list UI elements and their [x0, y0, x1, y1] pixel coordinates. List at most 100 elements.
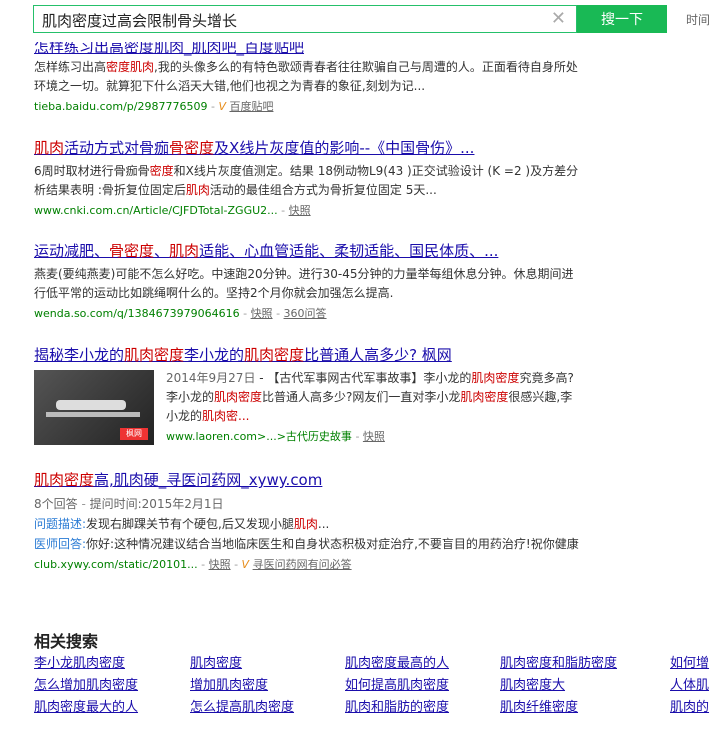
- qa-meta: 8个回答 - 提问时间:2015年2月1日: [34, 497, 224, 511]
- result-snippet: 怎样练习出高密度肌肉,我的头像多么的有特色歌颂青春者往往欺骗自己与周遭的人。正面…: [34, 58, 579, 96]
- related-search-link[interactable]: 增加肌肉密度: [190, 674, 268, 693]
- text-segment: 怎样练习出高: [34, 60, 107, 74]
- site-logo-icon: 枫网: [120, 428, 148, 440]
- text-segment: - 【古代军事网古代军事故事】李小龙的: [255, 371, 472, 385]
- search-box: ✕: [33, 5, 577, 33]
- text-segment: 燕麦(要纯燕麦)可能不怎么好吃。中速跑20分钟。进行30-45分钟的力量举每组休…: [34, 267, 574, 300]
- highlight-term: 肌肉: [293, 517, 318, 531]
- text-segment: 运动减肥、: [34, 242, 110, 260]
- text-segment: 、: [154, 242, 170, 260]
- result-meta: club.xywy.com/static/20101... - 快照 - V 寻…: [34, 558, 352, 571]
- related-search-link[interactable]: 肌肉和脂肪的密度: [345, 696, 449, 715]
- highlight-term: 肌肉密度: [34, 471, 95, 489]
- result-snippet: 8个回答 - 提问时间:2015年2月1日 问题描述:发现右脚踝关节有个硬包,后…: [34, 494, 579, 554]
- result-snippet: 2014年9月27日 - 【古代军事网古代军事故事】李小龙的肌肉密度究竟多高?李…: [166, 369, 579, 426]
- related-search-link[interactable]: 肌肉密度最高的人: [345, 652, 449, 671]
- search-button[interactable]: 搜一下: [577, 5, 667, 33]
- related-search-link[interactable]: 怎么增加肌肉密度: [34, 674, 138, 693]
- answer-count: 8个回答: [34, 497, 78, 511]
- search-input[interactable]: [40, 9, 544, 31]
- highlight-term: 肌肉密度: [244, 346, 305, 364]
- result-2: 肌肉活动方式对骨痂骨密度及X线片灰度值的影响--《中国骨伤》... 6周时取材进…: [34, 137, 579, 218]
- result-url[interactable]: www.laoren.com>...>古代历史故事: [166, 430, 352, 443]
- result-snippet: 6周时取材进行骨痂骨密度和X线片灰度值测定。结果 18例动物L9(43 )正交试…: [34, 162, 579, 200]
- text-segment: 高,肌肉硬_寻医问药网_xywy.com: [94, 471, 323, 489]
- result-url[interactable]: club.xywy.com/static/20101...: [34, 558, 198, 571]
- related-search-link[interactable]: 如何增: [670, 652, 709, 671]
- result-source[interactable]: 百度贴吧: [229, 100, 273, 113]
- bench-shape: [46, 412, 140, 417]
- text-segment: 活动方式对骨痂: [64, 139, 170, 157]
- related-search-link[interactable]: 肌肉密度和脂肪密度: [500, 652, 617, 671]
- result-meta: tieba.baidu.com/p/2987776509 - V 百度贴吧: [34, 100, 274, 113]
- text-segment: 发现右脚踝关节有个硬包,后又发现小腿: [86, 517, 294, 531]
- related-search-link[interactable]: 怎么提高肌肉密度: [190, 696, 294, 715]
- figure-shape: [56, 400, 126, 410]
- top-search-bar: ✕ 搜一下 时间: [0, 0, 712, 42]
- result-title[interactable]: 肌肉活动方式对骨痂骨密度及X线片灰度值的影响--《中国骨伤》...: [34, 137, 579, 158]
- snapshot-link[interactable]: 快照: [209, 558, 231, 571]
- text-segment: 比普通人高多少?网友们一直对李小龙: [262, 390, 461, 404]
- related-searches-grid: 李小龙肌肉密度 肌肉密度 肌肉密度最高的人 肌肉密度和脂肪密度 如何增怎么增加肌肉密度 增…: [34, 652, 712, 718]
- related-row: 肌肉密度最大的人 怎么提高肌肉密度 肌肉和脂肪的密度 肌肉纤维密度 肌肉的: [34, 696, 712, 718]
- snapshot-link[interactable]: 快照: [363, 430, 385, 443]
- highlight-term: 肌肉密...: [202, 409, 250, 423]
- result-thumbnail[interactable]: 枫网: [34, 370, 154, 445]
- result-date: 2014年9月27日: [166, 371, 256, 385]
- text-segment: 适能、心血管适能、柔韧适能、国民体质、...: [199, 242, 499, 260]
- text-segment: 比普通人高多少? 枫网: [304, 346, 452, 364]
- highlight-term: 骨密度: [109, 242, 155, 260]
- result-title[interactable]: 揭秘李小龙的肌肉密度李小龙的肌肉密度比普通人高多少? 枫网: [34, 344, 579, 365]
- time-filter[interactable]: 时间: [686, 11, 710, 28]
- clear-icon[interactable]: ✕: [551, 8, 566, 29]
- related-row: 怎么增加肌肉密度 增加肌肉密度 如何提高肌肉密度 肌肉密度大 人体肌: [34, 674, 712, 696]
- snapshot-link[interactable]: 快照: [251, 307, 273, 320]
- result-title[interactable]: 运动减肥、骨密度、肌肉适能、心血管适能、柔韧适能、国民体质、...: [34, 240, 579, 261]
- related-search-link[interactable]: 肌肉的: [670, 696, 709, 715]
- related-search-link[interactable]: 人体肌: [670, 674, 709, 693]
- answer-text: 你好:这种情况建议结合当地临床医生和自身状态积极对症治疗,不要盲目的用药治疗!祝…: [86, 537, 579, 551]
- result-source[interactable]: 寻医问药网有问必答: [253, 558, 352, 571]
- result-url[interactable]: tieba.baidu.com/p/2987776509: [34, 100, 207, 113]
- result-body: 2014年9月27日 - 【古代军事网古代军事故事】李小龙的肌肉密度究竟多高?李…: [166, 369, 579, 444]
- answer-row: 医师回答:你好:这种情况建议结合当地临床医生和自身状态积极对症治疗,不要盲目的用…: [34, 534, 579, 554]
- result-5: 肌肉密度高,肌肉硬_寻医问药网_xywy.com 8个回答 - 提问时间:201…: [34, 469, 579, 572]
- qa-source-link[interactable]: 360问答: [284, 307, 327, 320]
- highlight-term: 肌肉: [185, 183, 210, 197]
- related-search-link[interactable]: 肌肉纤维密度: [500, 696, 578, 715]
- result-url[interactable]: wenda.so.com/q/1384673979064616: [34, 307, 240, 320]
- text-segment: 6周时取材进行骨痂骨: [34, 164, 150, 178]
- verified-icon: V: [241, 558, 250, 571]
- related-search-link[interactable]: 如何提高肌肉密度: [345, 674, 449, 693]
- highlight-term: 肌肉: [34, 139, 65, 157]
- related-search-link[interactable]: 肌肉密度: [190, 652, 242, 671]
- question-time: 提问时间:2015年2月1日: [89, 497, 224, 511]
- related-search-link[interactable]: 肌肉密度大: [500, 674, 565, 693]
- highlight-term: 肌肉密度: [460, 390, 509, 404]
- snapshot-link[interactable]: 快照: [289, 204, 311, 217]
- text-segment: ...: [317, 517, 330, 531]
- result-1: 怎样练习出高密度肌肉_肌肉吧_百度贴吧 怎样练习出高密度肌肉,我的头像多么的有特…: [34, 36, 579, 114]
- related-search-link[interactable]: 李小龙肌肉密度: [34, 652, 125, 671]
- result-title[interactable]: 肌肉密度高,肌肉硬_寻医问药网_xywy.com: [34, 469, 579, 490]
- result-snippet: 燕麦(要纯燕麦)可能不怎么好吃。中速跑20分钟。进行30-45分钟的力量举每组休…: [34, 265, 579, 303]
- question-row: 问题描述:发现右脚踝关节有个硬包,后又发现小腿肌肉...: [34, 514, 579, 534]
- result-3: 运动减肥、骨密度、肌肉适能、心血管适能、柔韧适能、国民体质、... 燕麦(要纯燕…: [34, 240, 579, 321]
- highlight-term: 骨密度: [169, 139, 215, 157]
- highlight-term: 肌肉: [169, 242, 200, 260]
- result-meta: www.cnki.com.cn/Article/CJFDTotal-ZGGU2.…: [34, 204, 311, 217]
- verified-icon: V: [218, 100, 226, 113]
- text-segment: 李小龙的: [184, 346, 245, 364]
- highlight-term: 肌肉密度: [214, 390, 263, 404]
- text-segment: 及X线片灰度值的影响--《中国骨伤》...: [214, 139, 475, 157]
- text-segment: 揭秘李小龙的: [34, 346, 125, 364]
- text-segment: 活动的最佳组合方式为骨折复位固定 5天...: [209, 183, 437, 197]
- highlight-term: 肌肉密度: [124, 346, 185, 364]
- result-url[interactable]: www.cnki.com.cn/Article/CJFDTotal-ZGGU2.…: [34, 204, 278, 217]
- question-label: 问题描述:: [34, 517, 87, 531]
- related-search-link[interactable]: 肌肉密度最大的人: [34, 696, 138, 715]
- highlight-term: 密度肌肉: [106, 60, 155, 74]
- highlight-term: 肌肉密度: [471, 371, 520, 385]
- answer-label: 医师回答:: [34, 537, 87, 551]
- result-meta: www.laoren.com>...>古代历史故事 - 快照: [166, 430, 385, 443]
